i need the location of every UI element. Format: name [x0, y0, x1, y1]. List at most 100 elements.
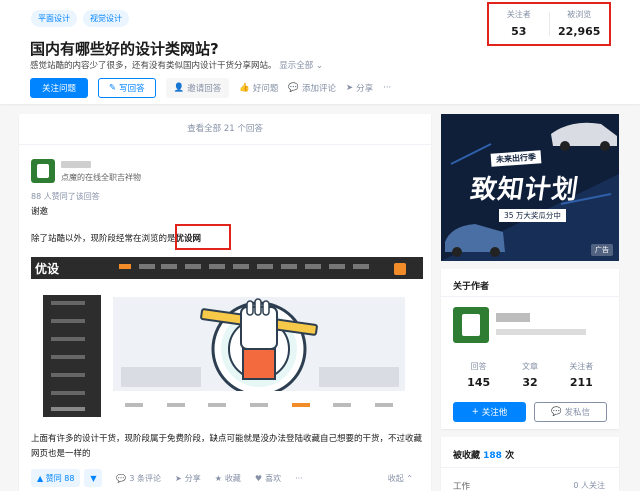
good-question-button[interactable]: 👍 好问题	[239, 82, 278, 94]
comments-label: 3 条评论	[129, 473, 162, 483]
share-button[interactable]: ➤ 分享	[346, 82, 373, 94]
screenshot-nav-item	[161, 264, 177, 269]
more-button[interactable]: ···	[383, 83, 391, 93]
avatar[interactable]	[31, 159, 55, 183]
followers-count: 53	[511, 25, 527, 38]
add-user-icon: 👤	[173, 83, 185, 93]
vote-count-line: 88 人赞同了该回答	[31, 192, 100, 201]
screenshot-sidebar-item	[51, 407, 85, 411]
screenshot-sidebar-item	[51, 319, 85, 323]
followers-stat[interactable]: 关注者 53	[489, 4, 549, 44]
rss-icon	[394, 263, 406, 275]
screenshot-tab	[124, 403, 143, 407]
answers-count-item[interactable]: 回答 145	[453, 361, 504, 389]
topic-list: 平面设计 视觉设计	[31, 10, 129, 27]
screenshot-tab	[291, 403, 310, 407]
author-followers-count: 211	[569, 376, 593, 389]
thumbs-up-icon: 👍	[239, 83, 250, 93]
answers-label: 回答	[470, 362, 487, 371]
like-button[interactable]: ♥ 喜欢	[255, 473, 281, 484]
plus-icon: +	[471, 407, 479, 417]
screenshot-nav-item	[209, 264, 225, 269]
articles-count-item[interactable]: 文章 32	[504, 361, 555, 389]
write-answer-button[interactable]: ✎ 写回答	[98, 78, 156, 98]
screenshot-tab	[333, 403, 352, 407]
collection-followers: 0 人关注	[573, 481, 605, 490]
screenshot-sidebar-item	[51, 391, 85, 395]
question-title: 国内有哪些好的设计类网站?	[30, 40, 219, 58]
view-all-answers-link[interactable]: 查看全部 21 个回答	[19, 114, 431, 145]
screenshot-nav-item	[353, 264, 369, 269]
views-stat: 被浏览 22,965	[550, 4, 610, 44]
screenshot-navbar: 优设	[31, 257, 423, 279]
collected-title: 被收藏 188 次	[453, 448, 514, 461]
answer-text: 除了站酷以外，现阶段经常在浏览的是	[31, 234, 176, 244]
message-icon: 💬	[550, 407, 562, 417]
collect-label: 收藏	[224, 473, 241, 483]
share-icon: ➤	[175, 473, 182, 483]
screenshot-sidebar	[43, 295, 101, 417]
pencil-icon: ✎	[109, 83, 117, 93]
author-name-redacted[interactable]	[496, 313, 530, 322]
write-answer-label: 写回答	[119, 84, 145, 94]
screenshot-nav-item	[139, 264, 155, 269]
ad-badge: 广告	[591, 244, 613, 256]
author-bio: 点魔的在线全职吉祥物	[61, 173, 141, 182]
star-icon: ★	[214, 473, 222, 483]
ad-banner[interactable]: 未来出行季 致知计划 35 万大奖瓜分中 广告	[441, 114, 619, 261]
question-stats: 关注者 53 被浏览 22,965	[487, 2, 611, 46]
screenshot-nav-item	[185, 264, 201, 269]
good-question-label: 好问题	[252, 84, 279, 94]
answer-card: 查看全部 21 个回答 点魔的在线全职吉祥物 88 人赞同了该回答 谢邀 除了站…	[19, 114, 431, 491]
downvote-button[interactable]: ▼	[84, 469, 103, 487]
screenshot-nav-item	[305, 264, 321, 269]
comment-icon: 💬	[288, 83, 299, 93]
ad-headline: 致知计划	[468, 175, 581, 205]
add-comment-button[interactable]: 💬 添加评论	[288, 82, 336, 94]
share-icon: ➤	[345, 83, 354, 93]
more-options-button[interactable]: ···	[295, 474, 303, 483]
screenshot-tabs	[113, 403, 405, 413]
follow-question-button[interactable]: 关注问题	[30, 78, 89, 98]
views-label: 被浏览	[567, 10, 592, 19]
website-screenshot-image: 优设	[31, 257, 423, 421]
topic-tag[interactable]: 平面设计	[31, 10, 77, 27]
answer-actions: ▲ 赞同 88 ▼ 💬 3 条评论 ➤ 分享 ★ 收藏 ♥ 喜欢 ··· 收起 …	[31, 469, 423, 487]
share-answer-label: 分享	[184, 473, 201, 483]
show-all-link[interactable]: 显示全部 ⌄	[279, 61, 323, 71]
screenshot-logo: 优设	[35, 262, 60, 276]
topic-tag[interactable]: 视觉设计	[83, 10, 129, 27]
screenshot-sidebar-item	[51, 355, 85, 359]
add-comment-label: 添加评论	[301, 84, 336, 94]
like-label: 喜欢	[265, 473, 282, 483]
collected-unit: 次	[505, 451, 515, 461]
follow-author-button[interactable]: + 关注他	[453, 402, 526, 422]
share-answer-button[interactable]: ➤ 分享	[175, 473, 201, 484]
question-description: 感觉站酷的内容少了很多，还有没有类似国内设计干货分享网站。 显示全部 ⌄	[30, 59, 323, 71]
invite-answer-label: 邀请回答	[187, 84, 222, 94]
send-message-button[interactable]: 💬 发私信	[534, 402, 607, 422]
screenshot-sidebar-item	[51, 373, 85, 377]
author-name-redacted[interactable]	[61, 161, 91, 168]
upvote-button[interactable]: ▲ 赞同 88	[31, 469, 81, 487]
send-message-label: 发私信	[564, 408, 591, 418]
author-followers-label: 关注者	[569, 362, 594, 371]
invite-answer-button[interactable]: 👤 邀请回答	[165, 78, 230, 98]
collection-name[interactable]: 工作	[453, 480, 470, 491]
screenshot-nav-item	[257, 264, 273, 269]
articles-label: 文章	[521, 362, 538, 371]
comments-button[interactable]: 💬 3 条评论	[116, 473, 161, 484]
collect-button[interactable]: ★ 收藏	[215, 473, 241, 484]
question-actions: 关注问题 ✎ 写回答 👤 邀请回答 👍 好问题 💬 添加评论 ➤ 分享 ···	[30, 78, 391, 98]
highlight-box	[175, 224, 231, 250]
collected-count: 188	[483, 451, 502, 461]
screenshot-tab	[208, 403, 227, 407]
answer-author: 点魔的在线全职吉祥物	[31, 159, 141, 183]
collapse-button[interactable]: 收起 ⌃	[388, 473, 413, 484]
author-bio-redacted	[496, 329, 586, 335]
author-followers-item[interactable]: 关注者 211	[556, 361, 607, 389]
answers-count: 145	[467, 376, 491, 389]
collected-label: 被收藏	[453, 451, 481, 461]
share-label: 分享	[356, 84, 374, 94]
avatar[interactable]	[453, 307, 489, 343]
